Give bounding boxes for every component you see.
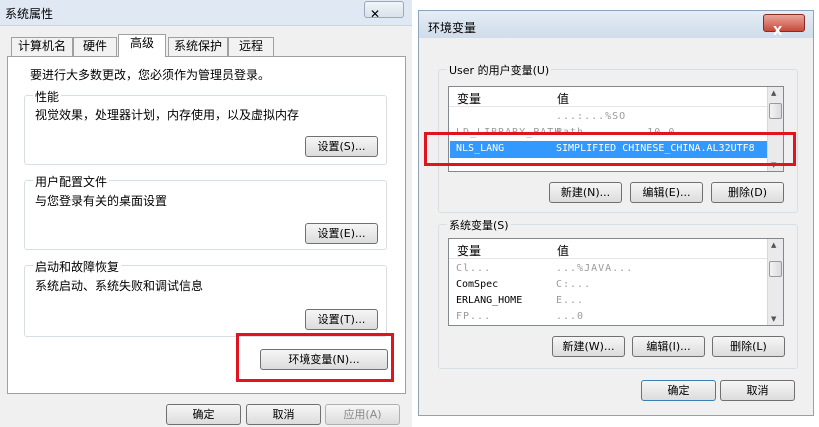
system-delete-button[interactable]: 删除(L) bbox=[712, 336, 785, 357]
close-button[interactable]: ✕ bbox=[364, 1, 404, 21]
system-edit-button[interactable]: 编辑(I)... bbox=[632, 336, 705, 357]
column-variable[interactable]: 变量 bbox=[457, 242, 481, 259]
scrollbar[interactable]: ▲ ▼ bbox=[767, 239, 783, 325]
system-variables-group: 系统变量(S) 变量 值 Cl... ...%JAVA... ComSpec C… bbox=[438, 217, 798, 369]
user-profiles-label: 用户配置文件 bbox=[33, 173, 110, 190]
close-button[interactable]: X bbox=[763, 14, 805, 38]
column-value[interactable]: 值 bbox=[557, 242, 569, 259]
system-properties-dialog: 系统属性 ✕ 计算机名 硬件 高级 系统保护 远程 要进行大多数更改，您必须作为… bbox=[0, 0, 412, 427]
startup-recovery-group: 启动和故障恢复 系统启动、系统失败和调试信息 设置(T)... bbox=[24, 258, 387, 337]
user-profiles-description: 与您登录有关的桌面设置 bbox=[35, 194, 168, 208]
user-new-button[interactable]: 新建(N)... bbox=[549, 182, 622, 203]
environment-variables-dialog: 环境变量 X User 的用户变量(U) 变量 值 ...:...%SO LD_… bbox=[418, 10, 814, 416]
startup-recovery-label: 启动和故障恢复 bbox=[33, 258, 122, 275]
admin-notice: 要进行大多数更改，您必须作为管理员登录。 bbox=[30, 68, 271, 82]
scroll-thumb[interactable] bbox=[769, 103, 782, 119]
dialog-title: 系统属性 bbox=[5, 7, 54, 21]
cancel-button[interactable]: 取消 bbox=[720, 380, 795, 401]
column-variable[interactable]: 变量 bbox=[457, 90, 481, 107]
startup-recovery-description: 系统启动、系统失败和调试信息 bbox=[35, 279, 204, 293]
column-value[interactable]: 值 bbox=[557, 90, 569, 107]
list-item[interactable]: Cl... ...%JAVA... bbox=[450, 261, 768, 278]
dialog-title: 环境变量 bbox=[428, 21, 477, 35]
scroll-up-icon[interactable]: ▲ bbox=[771, 241, 776, 249]
user-variables-label: User 的用户变量(U) bbox=[447, 62, 552, 78]
ok-button[interactable]: 确定 bbox=[641, 380, 716, 401]
tab-hardware[interactable]: 硬件 bbox=[73, 37, 117, 56]
cancel-button[interactable]: 取消 bbox=[246, 404, 321, 425]
list-item[interactable]: ...:...%SO bbox=[450, 109, 768, 126]
user-edit-button[interactable]: 编辑(E)... bbox=[630, 182, 703, 203]
user-profiles-settings-button[interactable]: 设置(E)... bbox=[305, 223, 378, 244]
performance-label: 性能 bbox=[33, 88, 62, 105]
user-profiles-group: 用户配置文件 与您登录有关的桌面设置 设置(E)... bbox=[24, 173, 387, 250]
startup-recovery-settings-button[interactable]: 设置(T)... bbox=[305, 309, 378, 330]
ok-button[interactable]: 确定 bbox=[166, 404, 241, 425]
list-header: 变量 值 bbox=[449, 239, 783, 259]
title-bar: 系统属性 ✕ bbox=[0, 0, 412, 26]
apply-button[interactable]: 应用(A) bbox=[325, 404, 400, 425]
performance-settings-button[interactable]: 设置(S)... bbox=[305, 136, 378, 157]
close-icon: X bbox=[773, 24, 783, 38]
highlight-box-nls-lang bbox=[424, 132, 796, 166]
list-item[interactable]: ComSpec C:... bbox=[450, 277, 768, 294]
list-item[interactable]: ERLANG_HOME E... bbox=[450, 293, 768, 310]
close-icon: ✕ bbox=[370, 7, 381, 21]
tab-computer-name[interactable]: 计算机名 bbox=[11, 37, 73, 56]
tab-system-protection[interactable]: 系统保护 bbox=[168, 37, 228, 56]
performance-group: 性能 视觉效果，处理器计划，内存使用，以及虚拟内存 设置(S)... bbox=[24, 88, 387, 165]
performance-description: 视觉效果，处理器计划，内存使用，以及虚拟内存 bbox=[35, 108, 300, 122]
scroll-thumb[interactable] bbox=[769, 261, 782, 277]
system-variables-list[interactable]: 变量 值 Cl... ...%JAVA... ComSpec C:... ERL… bbox=[448, 238, 784, 326]
scroll-up-icon[interactable]: ▲ bbox=[771, 89, 776, 97]
system-variables-label: 系统变量(S) bbox=[447, 217, 511, 233]
system-new-button[interactable]: 新建(W)... bbox=[552, 336, 625, 357]
list-item[interactable]: FP... ...0 bbox=[450, 309, 768, 325]
scroll-down-icon[interactable]: ▼ bbox=[771, 315, 776, 323]
tab-advanced[interactable]: 高级 bbox=[118, 34, 166, 57]
user-delete-button[interactable]: 删除(D) bbox=[711, 182, 784, 203]
list-header: 变量 值 bbox=[449, 87, 783, 107]
tab-remote[interactable]: 远程 bbox=[228, 37, 274, 56]
title-bar: 环境变量 X bbox=[419, 11, 813, 38]
highlight-box-env-button bbox=[236, 333, 394, 382]
